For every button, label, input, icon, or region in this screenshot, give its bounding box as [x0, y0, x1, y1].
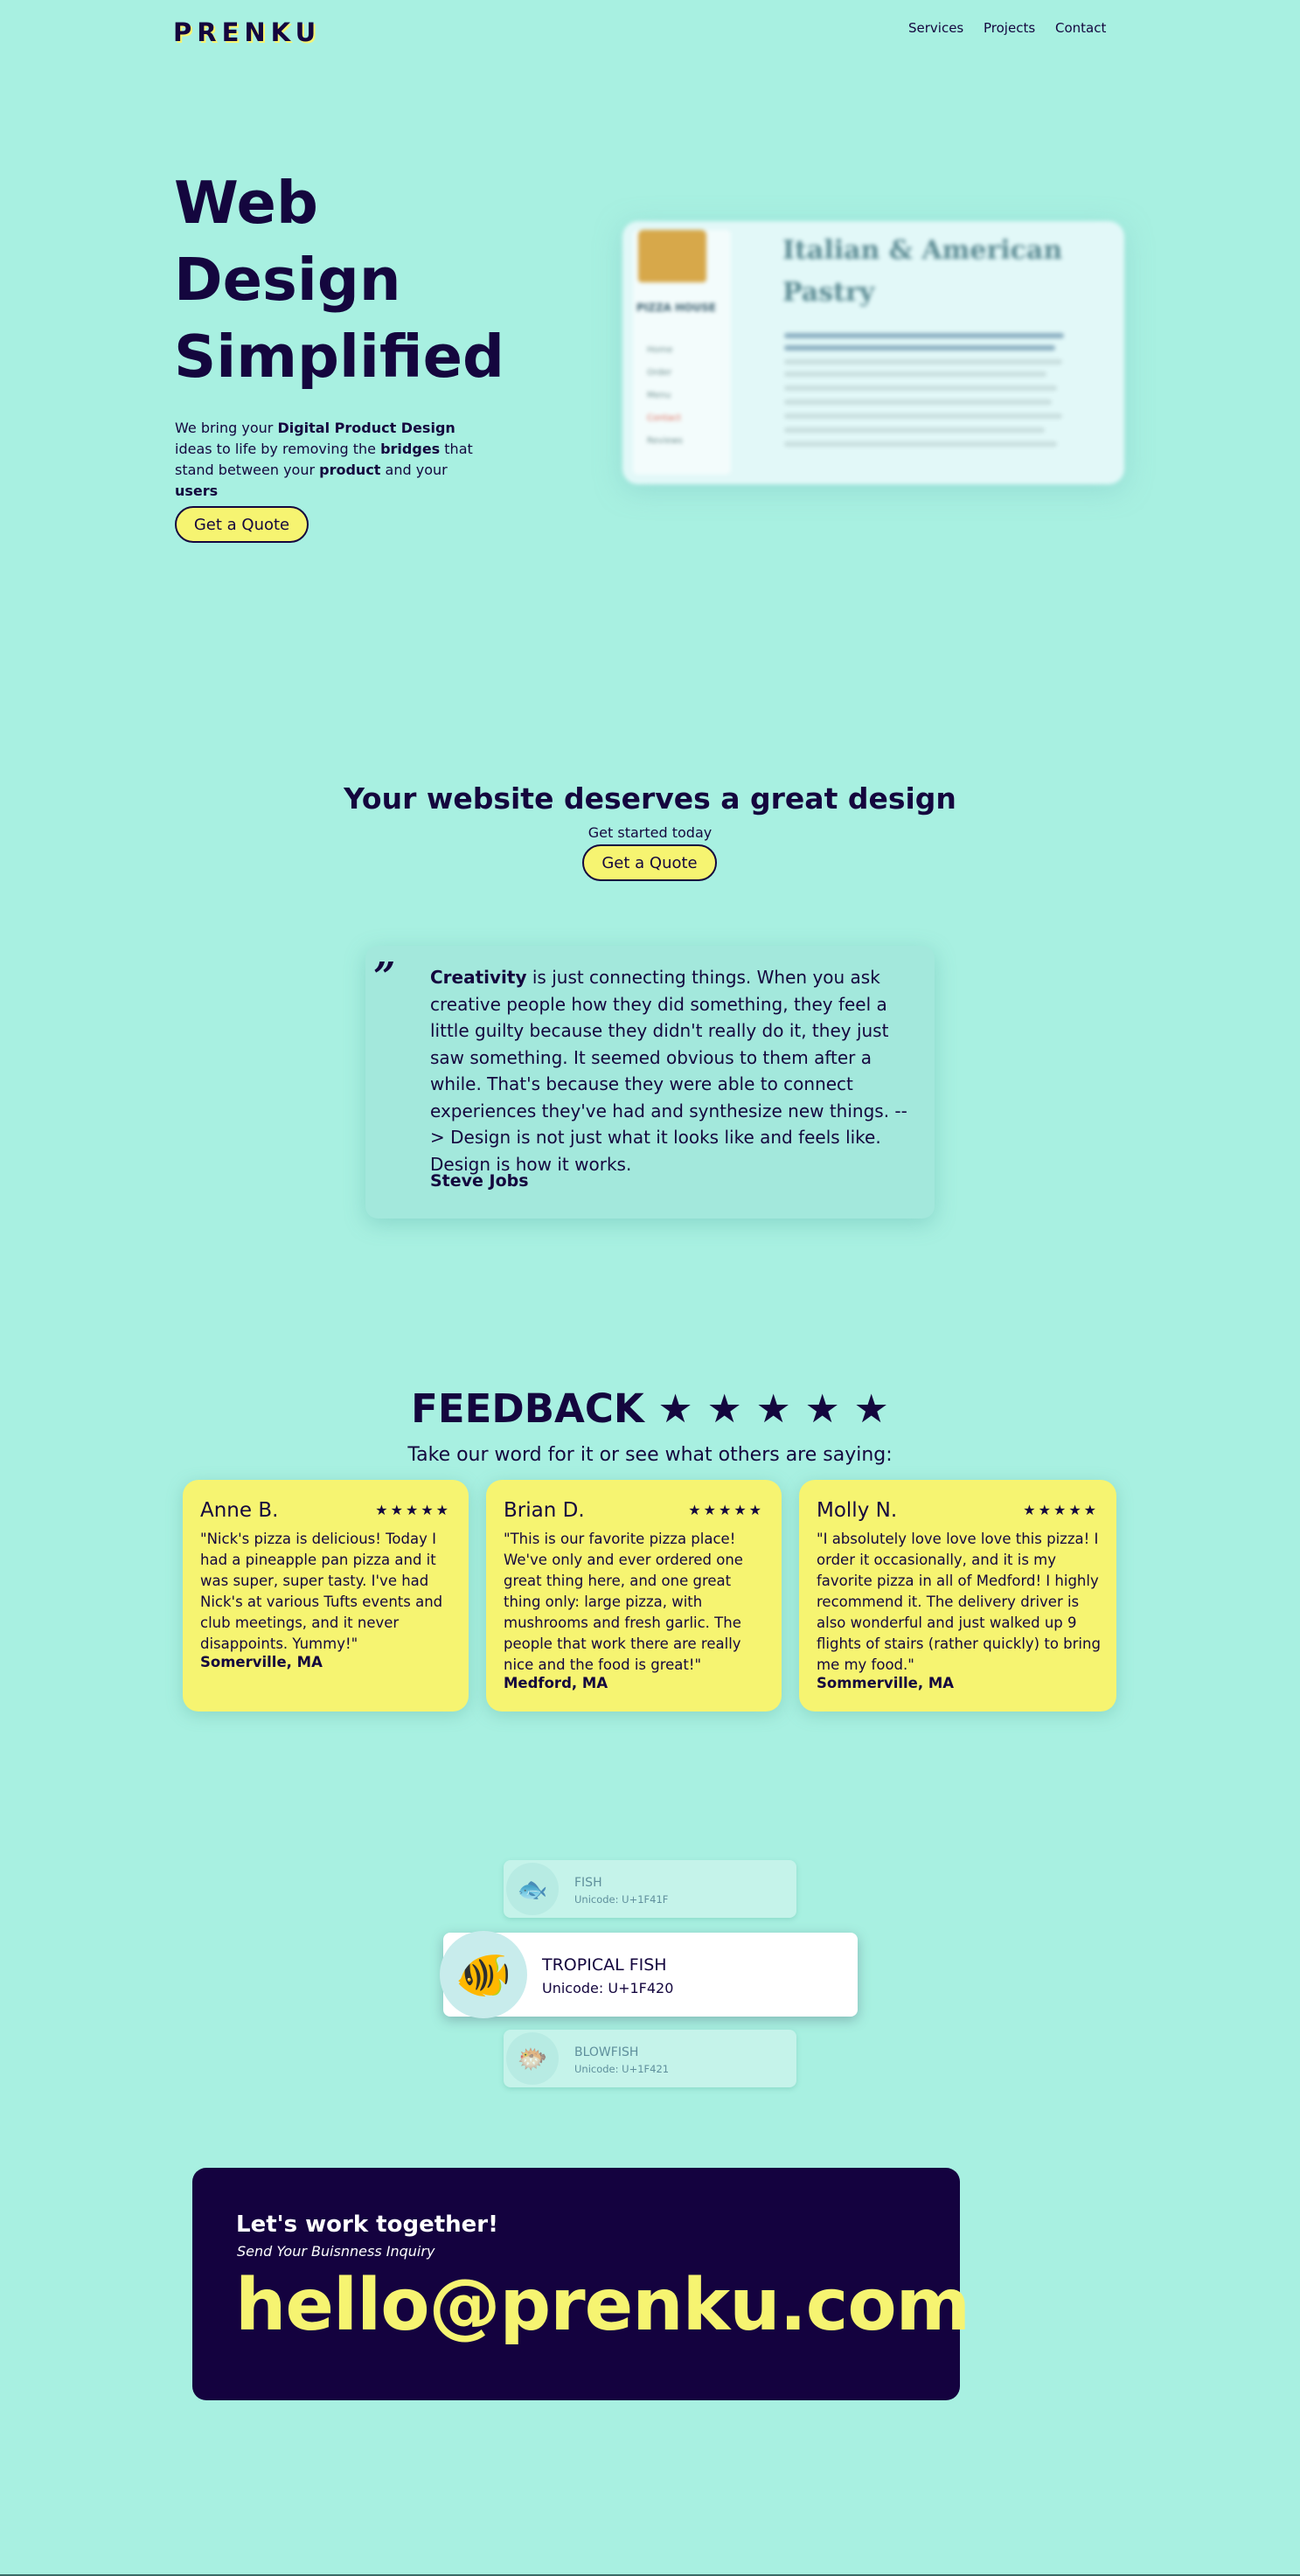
crown-logo-icon	[638, 230, 706, 282]
review-stars-icon: ★★★★★	[688, 1502, 764, 1518]
review-card: Anne B. ★★★★★ "Nick's pizza is delicious…	[183, 1480, 469, 1712]
tropical-fish-icon: 🐠	[440, 1931, 527, 2018]
preview-line	[784, 385, 1057, 391]
review-stars-icon: ★★★★★	[375, 1502, 451, 1518]
fish-option-card-selected[interactable]: 🐠 TROPICAL FISH Unicode: U+1F420	[440, 1931, 858, 2018]
preview-line	[784, 333, 1064, 338]
review-text: "This is our favorite pizza place! We've…	[504, 1531, 743, 1673]
fish-code: Unicode: U+1F41F	[574, 1893, 669, 1906]
preview-side-item: Contact	[647, 413, 681, 423]
cta-subtitle: Get started today	[587, 824, 713, 841]
review-location: Medford, MA	[504, 1675, 608, 1691]
preview-line	[784, 345, 1055, 351]
contact-title: Let's work together!	[236, 2211, 498, 2238]
preview-line	[784, 413, 1062, 419]
review-name: Brian D.	[504, 1499, 585, 1522]
preview-side-item: Home	[647, 345, 673, 355]
nav-link-contact[interactable]: Contact	[1055, 20, 1106, 36]
review-location: Sommerville, MA	[817, 1675, 955, 1691]
fish-option-card[interactable]: 🐡 BLOWFISH Unicode: U+1F421	[504, 2030, 796, 2087]
hero-title-line: Web	[174, 169, 318, 237]
review-card: Brian D. ★★★★★ "This is our favorite piz…	[486, 1480, 782, 1712]
preview-line	[784, 427, 1045, 433]
cta-title: Your website deserves a great design	[344, 781, 956, 816]
nav-link-services[interactable]: Services	[908, 20, 963, 36]
fish-icon: 🐟	[506, 1863, 559, 1915]
fish-name: FISH	[574, 1876, 602, 1890]
fish-code: Unicode: U+1F421	[574, 2063, 670, 2075]
contact-email-link[interactable]: hello@prenku.com	[235, 2264, 970, 2347]
blowfish-icon: 🐡	[506, 2032, 559, 2085]
quote-text: Creativity is just connecting things. Wh…	[430, 967, 907, 1175]
fish-name: BLOWFISH	[574, 2045, 639, 2059]
feedback-title: FEEDBACK ★ ★ ★ ★ ★	[411, 1385, 889, 1432]
feedback-subtitle: Take our word for it or see what others …	[407, 1444, 893, 1466]
preview-line	[784, 399, 1052, 405]
hero-title-line: Simplified	[174, 323, 504, 391]
preview-line	[784, 359, 1062, 365]
preview-side-label: PIZZA HOUSE	[636, 302, 716, 314]
website-preview-image: PIZZA HOUSE Home Order Menu Contact Revi…	[622, 221, 1124, 484]
preview-side-item: Reviews	[647, 436, 683, 446]
review-card: Molly N. ★★★★★ "I absolutely love love l…	[799, 1480, 1116, 1712]
review-name: Molly N.	[817, 1499, 898, 1522]
nav-link-projects[interactable]: Projects	[984, 20, 1035, 36]
quote-mark-icon: ”	[373, 955, 396, 999]
review-location: Somerville, MA	[200, 1654, 323, 1670]
preview-line	[784, 371, 1046, 377]
contact-subtitle: Send Your Buisnness Inquiry	[237, 2243, 435, 2260]
fish-name: TROPICAL FISH	[542, 1955, 667, 1975]
review-stars-icon: ★★★★★	[1023, 1502, 1099, 1518]
hero-title-line: Design	[174, 246, 401, 314]
hero-get-quote-button[interactable]: Get a Quote	[175, 506, 309, 543]
review-name: Anne B.	[200, 1499, 279, 1522]
hero-description: We bring your Digital Product Design ide…	[175, 420, 473, 499]
review-text: "I absolutely love love love this pizza!…	[817, 1531, 1101, 1673]
fish-code: Unicode: U+1F420	[542, 1980, 674, 1996]
hero-title: Web Design Simplified	[174, 164, 541, 395]
preview-line	[784, 441, 1057, 447]
preview-side-item: Order	[647, 368, 672, 378]
quote-author: Steve Jobs	[430, 1171, 529, 1191]
preview-side-item: Menu	[647, 391, 671, 400]
fish-option-card[interactable]: 🐟 FISH Unicode: U+1F41F	[504, 1860, 796, 1918]
cta-get-quote-button[interactable]: Get a Quote	[582, 844, 717, 881]
preview-title: Italian & American Pastry	[782, 235, 1063, 308]
review-text: "Nick's pizza is delicious! Today I had …	[200, 1531, 443, 1652]
logo[interactable]: PRENKU	[173, 17, 321, 47]
